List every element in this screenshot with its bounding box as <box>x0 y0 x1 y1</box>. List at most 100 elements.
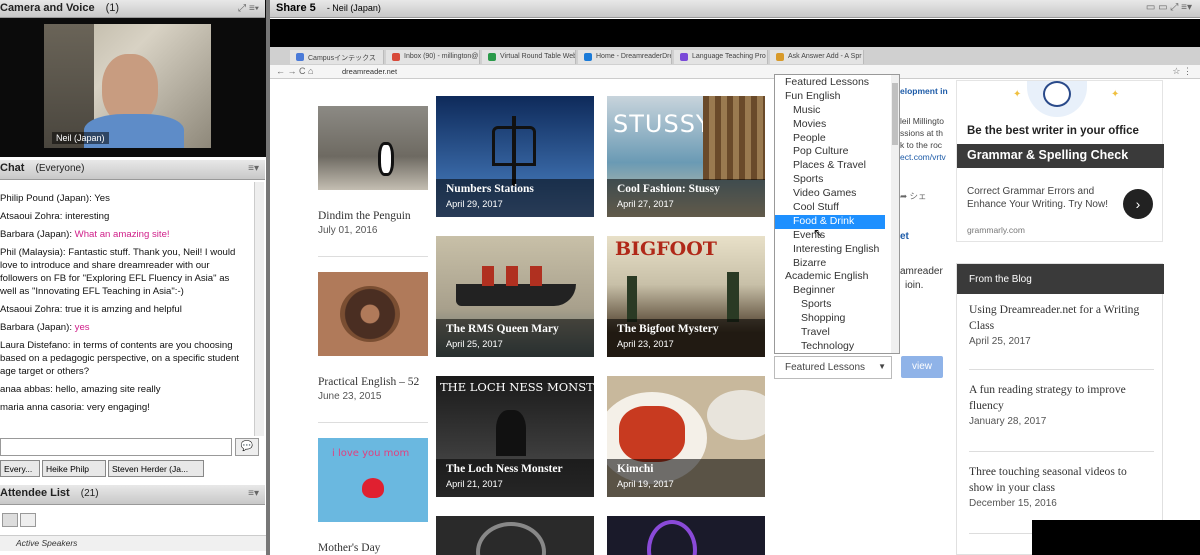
dropdown-option[interactable]: Shopping <box>775 312 899 326</box>
ad-tagline: Be the best writer in your office <box>967 125 1139 137</box>
card-date: April 19, 2017 <box>617 479 674 489</box>
fullscreen-icon[interactable]: ⤢ ≡▾ <box>238 3 259 14</box>
camera-pod: Camera and Voice (1) ⤢ ≡▾ Neil (Japan) <box>0 0 266 157</box>
chat-pod-header: Chat (Everyone) ≡▾ <box>0 160 265 180</box>
blog-post-title[interactable]: A fun reading strategy to improve fluenc… <box>969 382 1154 414</box>
chat-sender: Barbara (Japan): <box>0 229 75 240</box>
chat-message: maria anna casoria: very engaging! <box>0 401 252 414</box>
lesson-title[interactable]: Practical English – 52 <box>318 376 419 388</box>
dropdown-option[interactable]: Places & Travel <box>775 159 899 173</box>
dropdown-option[interactable]: Events <box>775 229 899 243</box>
dropdown-option[interactable]: Movies <box>775 118 899 132</box>
chat-text: interesting <box>65 211 110 222</box>
active-speakers-label: Active Speakers <box>16 538 78 548</box>
dropdown-option[interactable]: Academic English <box>775 270 899 284</box>
chat-send-button[interactable]: 💬 <box>235 438 259 456</box>
ad-arrow-button[interactable]: › <box>1123 189 1153 219</box>
grammarly-ad[interactable]: ✦ ✦ Be the best writer in your office Gr… <box>956 80 1164 242</box>
card-title: The Bigfoot Mystery <box>617 323 719 335</box>
address-bar[interactable]: dreamreader.net <box>342 67 397 76</box>
chat-tab[interactable]: Every... <box>0 460 40 477</box>
lesson-card[interactable] <box>436 516 594 555</box>
dropdown-option[interactable]: Beginner <box>775 284 899 298</box>
nav-buttons-icon[interactable]: ← → C ⌂ <box>276 66 313 76</box>
chat-scrollbar[interactable] <box>254 182 264 436</box>
card-date: April 29, 2017 <box>446 199 503 209</box>
chat-sender: Atsaoui Zohra: <box>0 304 66 315</box>
chat-sender: Barbara (Japan): <box>0 322 75 333</box>
dropdown-option[interactable]: Sports <box>775 173 899 187</box>
chat-sender: maria anna casoria: <box>0 402 87 413</box>
star-icon: ✦ <box>1013 89 1022 100</box>
dropdown-option[interactable]: Technology <box>775 340 899 353</box>
dropdown-option[interactable]: Video Games <box>775 187 899 201</box>
category-select-value: Featured Lessons <box>785 362 866 373</box>
browser-tab[interactable]: Inbox (90) - millington@ <box>386 50 480 64</box>
browser-tab[interactable]: Virtual Round Table Web <box>482 50 576 64</box>
chat-tab[interactable]: Heike Philp <box>42 460 106 477</box>
view-button[interactable]: view <box>901 356 943 378</box>
chat-text: Yes <box>94 193 110 204</box>
user-view-icon[interactable] <box>20 513 36 527</box>
mothers-day-thumbnail[interactable]: i love you mom <box>318 438 428 522</box>
tab-favicon-icon <box>488 53 496 61</box>
browser-tab[interactable]: Home - DreamreaderDre <box>578 50 672 64</box>
dropdown-option[interactable]: Music <box>775 104 899 118</box>
dropdown-option[interactable]: Fun English <box>775 90 899 104</box>
blog-post[interactable]: Using Dreamreader.net for a Writing Clas… <box>969 302 1154 370</box>
chat-tab[interactable]: Steven Herder (Ja... <box>108 460 204 477</box>
dropdown-option[interactable]: People <box>775 132 899 146</box>
category-dropdown-list[interactable]: Featured Lessons Fun English Music Movies Pe… <box>774 74 900 354</box>
browser-tab[interactable]: Ask Answer Add - A Spr <box>770 50 864 64</box>
bigfoot-text: BIGFOOT <box>615 238 717 260</box>
list-view-icon[interactable] <box>2 513 18 527</box>
lesson-card[interactable]: THE LOCH NESS MONSTER The Loch Ness Mons… <box>436 376 594 497</box>
blog-post[interactable]: A fun reading strategy to improve fluenc… <box>969 382 1154 452</box>
lesson-card[interactable]: Numbers Stations April 29, 2017 <box>436 96 594 217</box>
chat-messages: Philip Pound (Japan): Yes Atsaoui Zohra: … <box>0 192 252 437</box>
share-controls-icon[interactable]: ▭ ▭ ⤢ ≡▾ <box>1146 2 1192 13</box>
share-icon[interactable]: ➦ シェ <box>900 190 927 202</box>
pod-menu-icon[interactable]: ≡▾ <box>248 163 259 174</box>
dropdown-option[interactable]: Pop Culture <box>775 145 899 159</box>
browser-tab-label: Inbox (90) - millington@ <box>404 53 479 60</box>
category-select[interactable]: Featured Lessons ▼ <box>774 356 892 379</box>
donut-thumbnail[interactable] <box>318 272 428 356</box>
attendee-menu-icon[interactable]: ≡▾ <box>248 488 259 499</box>
lesson-card[interactable]: Kimchi April 19, 2017 <box>607 376 765 497</box>
chat-message: Philip Pound (Japan): Yes <box>0 192 252 205</box>
dropdown-option[interactable]: Food & Drink <box>775 214 885 229</box>
browser-tab[interactable]: Language Teaching Pro <box>674 50 768 64</box>
chat-message: Phil (Malaysia): Fantastic stuff. Thank … <box>0 246 252 298</box>
dropdown-option[interactable]: Sports <box>775 298 899 312</box>
dropdown-option[interactable]: Interesting English <box>775 243 899 257</box>
attendee-pod-header: Attendee List (21) ≡▾ <box>0 485 265 505</box>
chat-text: What an amazing site! <box>74 229 170 240</box>
share-black-band <box>270 19 1200 47</box>
dropdown-option[interactable]: Travel <box>775 326 899 340</box>
lesson-card[interactable]: STUSSY Cool Fashion: Stussy April 27, 201… <box>607 96 765 217</box>
browser-tab[interactable]: Campusインテックス <box>290 50 384 64</box>
black-overlay <box>1032 520 1200 555</box>
penguin-thumbnail[interactable] <box>318 106 428 190</box>
lesson-card[interactable] <box>607 516 765 555</box>
dropdown-scrollbar[interactable] <box>891 75 899 353</box>
dropdown-option[interactable]: Bizarre <box>775 257 899 271</box>
dropdown-option[interactable]: Cool Stuff <box>775 201 899 215</box>
lesson-card[interactable]: The RMS Queen Mary April 25, 2017 <box>436 236 594 357</box>
browser-menu-icon[interactable]: ☆ ⋮ <box>1172 66 1192 77</box>
chat-message: anaa abbas: hello, amazing site really <box>0 383 252 396</box>
lesson-title[interactable]: Mother's Day <box>318 542 380 554</box>
tab-favicon-icon <box>584 53 592 61</box>
lesson-title[interactable]: Dindim the Penguin <box>318 210 411 222</box>
ad-body: Correct Grammar Errors and Enhance Your … <box>967 186 1108 210</box>
blog-post-title[interactable]: Using Dreamreader.net for a Writing Clas… <box>969 302 1154 334</box>
chat-input[interactable] <box>0 438 232 456</box>
tab-favicon-icon <box>680 53 688 61</box>
lesson-card[interactable]: BIGFOOT The Bigfoot Mystery April 23, 201… <box>607 236 765 357</box>
card-date: April 27, 2017 <box>617 199 674 209</box>
dropdown-option[interactable]: Featured Lessons <box>775 76 899 90</box>
chat-sender: Philip Pound (Japan): <box>0 193 95 204</box>
blog-post-title[interactable]: Three touching seasonal videos to show i… <box>969 464 1154 496</box>
chat-sender: Phil (Malaysia): <box>0 247 69 258</box>
